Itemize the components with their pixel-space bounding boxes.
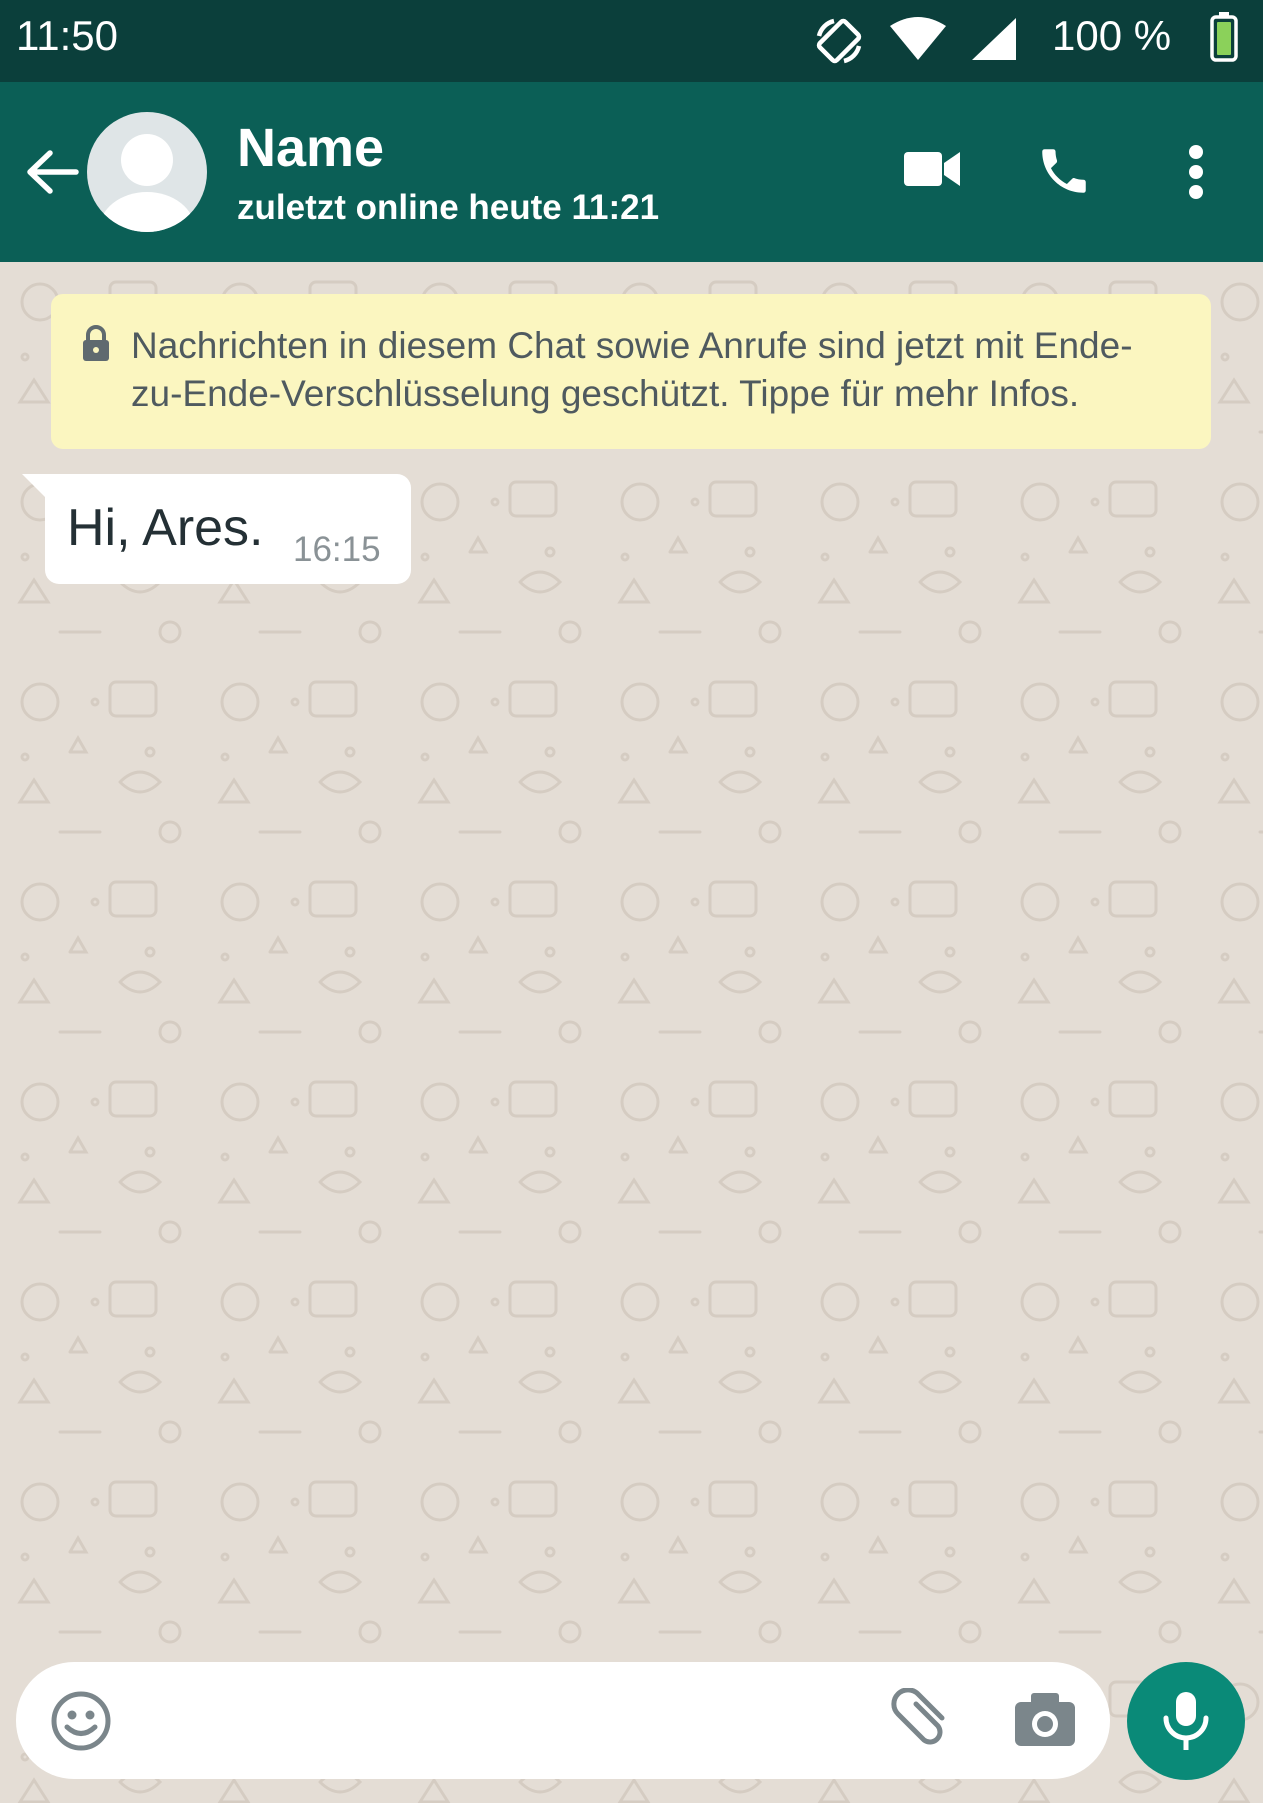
message-input[interactable] [136,1682,880,1761]
status-bar: 11:50 100 % [0,0,1263,82]
chat-header: Name zuletzt online heute 11:21 [0,82,1263,262]
message-composer [16,1662,1110,1779]
cellular-signal-icon [972,18,1016,60]
more-options-icon[interactable] [1184,144,1208,200]
microphone-icon [1163,1692,1209,1750]
attach-icon[interactable] [886,1688,950,1752]
encryption-notice[interactable]: Nachrichten in diesem Chat sowie Anrufe … [51,294,1211,449]
voice-message-button[interactable] [1127,1662,1245,1780]
camera-icon[interactable] [1013,1690,1077,1748]
emoji-icon[interactable] [50,1690,112,1752]
status-time: 11:50 [16,12,118,59]
screen-rotate-icon [816,18,862,64]
message-time: 16:15 [293,530,381,569]
video-call-icon[interactable] [904,150,960,188]
battery-percentage: 100 % [1052,12,1172,59]
back-arrow-icon[interactable] [24,147,80,197]
battery-icon [1210,12,1238,62]
voice-call-icon[interactable] [1035,142,1093,200]
message-bubble-incoming[interactable]: Hi, Ares. 16:15 [45,474,411,584]
lock-icon [83,325,109,361]
wifi-icon [890,17,946,60]
avatar[interactable] [87,112,207,232]
last-seen-status: zuletzt online heute 11:21 [237,188,660,227]
contact-name[interactable]: Name [237,117,384,179]
message-text: Hi, Ares. [67,499,264,557]
encryption-notice-text: Nachrichten in diesem Chat sowie Anrufe … [131,325,1133,414]
chat-area[interactable]: Nachrichten in diesem Chat sowie Anrufe … [0,262,1263,1803]
